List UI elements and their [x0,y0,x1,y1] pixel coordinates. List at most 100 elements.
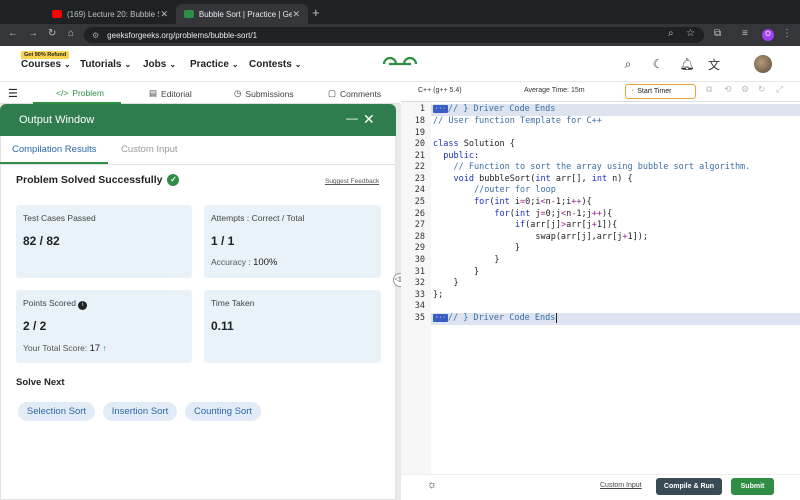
line-number: 26 [414,209,425,219]
fullscreen-icon[interactable]: ⤢ [776,84,783,95]
code-line: } [433,255,500,265]
line-number: 27 [414,220,425,230]
refresh-icon[interactable]: ↻ [758,84,766,95]
browser-tab-active[interactable]: Bubble Sort | Practice | GeeksforGeeks ✕ [176,4,308,24]
dark-mode-icon[interactable]: ☾ [650,57,666,71]
extensions-icon[interactable]: ⧉ [714,28,721,39]
line-number: 25 [414,197,425,207]
menu-courses[interactable]: Courses ⌄ [21,59,71,70]
tab-custom-input[interactable]: Custom Input [121,144,178,155]
forward-icon[interactable]: → [28,28,38,39]
line-number: 34 [414,301,425,311]
custom-input-link[interactable]: Custom Input [600,482,642,489]
status-message: Problem Solved Successfully ✓ [16,174,180,186]
suggest-feedback-link[interactable]: Suggest Feedback [325,178,379,185]
line-number: 19 [414,128,425,138]
lightbulb-icon[interactable]: ☼ [427,479,437,491]
code-line: //outer for loop [473,185,556,195]
copy-icon[interactable]: ⧉ [706,84,712,95]
card-test-cases: Test Cases Passed 82 / 82 [16,205,192,278]
browser-tab[interactable]: (169) Lecture 20: Bubble Sor ✕ [44,4,176,24]
language-select[interactable]: C++ (g++ 5.4) [418,87,462,94]
fold-marker-icon[interactable]: ··· [433,314,448,322]
arrow-up-icon: ↑ [102,343,107,353]
notification-bell-icon[interactable]: 🔔︎ [679,57,695,71]
line-number: 33 [414,290,425,300]
close-tab-icon[interactable]: ✕ [292,9,300,20]
search-icon[interactable]: ⌕ [620,57,636,71]
line-number: 28 [414,232,425,242]
chevron-down-icon: ⌄ [294,60,302,69]
bookmark-star-icon[interactable]: ☆ [686,28,695,39]
line-number: 20 [414,139,425,149]
gfg-logo[interactable] [380,54,420,74]
line-number: 21 [414,151,425,161]
reload-icon[interactable]: ↻ [48,28,56,39]
comment-icon: ▢ [328,88,337,98]
new-tab-icon[interactable]: + [312,5,320,20]
site-settings-icon[interactable]: ⚙ [92,31,99,40]
line-number: 35 [414,313,425,323]
user-avatar[interactable] [754,55,772,73]
youtube-icon [52,10,62,18]
tab-comments[interactable]: ▢ Comments [328,88,381,99]
tab-problem[interactable]: </> Problem [56,88,104,98]
fold-marker-icon[interactable]: ··· [433,105,448,113]
submit-button[interactable]: Submit [731,478,774,495]
hamburger-menu-icon[interactable]: ☰ [8,87,20,100]
home-icon[interactable]: ⌂ [68,28,74,39]
media-icon[interactable]: ≡ [742,28,748,39]
code-line: public: [443,151,480,161]
settings-icon[interactable]: ⚙ [741,84,749,95]
line-number: 22 [414,162,425,172]
code-line: for(int i=0;i<n-1;i++){ [473,197,592,207]
translate-icon[interactable]: 文 [706,57,722,72]
close-icon[interactable]: ✕ [363,111,375,128]
average-time: Average Time: 15m [524,87,585,94]
check-circle-icon: ✓ [167,174,180,186]
start-timer-button[interactable]: ◔ Start Timer [625,84,696,99]
menu-practice[interactable]: Practice ⌄ [190,59,239,70]
line-number: 1 [419,104,425,114]
chip-insertion-sort[interactable]: Insertion Sort [103,402,177,421]
chip-selection-sort[interactable]: Selection Sort [18,402,95,421]
book-icon: ▤ [149,88,158,98]
code-line: for(int j=0;j<n-1;j++){ [494,209,613,219]
output-window-title: Output Window [19,114,95,126]
chevron-down-icon: ⌄ [231,60,239,69]
info-icon[interactable]: i [78,301,88,310]
card-points: Points Scored i 2 / 2 Your Total Score: … [16,290,192,363]
tab-submissions[interactable]: ◷ Submissions [234,88,294,99]
chip-counting-sort[interactable]: Counting Sort [185,402,261,421]
clock-icon: ◷ [234,88,242,98]
browser-menu-icon[interactable]: ⋮ [782,28,792,39]
reset-icon[interactable]: ⟲ [724,84,732,95]
line-number: 18 [414,116,425,126]
refund-badge[interactable]: Get 90% Refund [21,51,70,59]
code-line: // Function to sort the array using bubb… [453,162,751,172]
line-number: 24 [414,185,425,195]
back-icon[interactable]: ← [8,28,18,39]
menu-jobs[interactable]: Jobs ⌄ [143,59,176,70]
close-tab-icon[interactable]: ✕ [160,9,168,20]
minimize-icon[interactable]: — [346,111,358,125]
code-line: } [433,267,480,277]
profile-avatar[interactable]: O [762,29,774,41]
zoom-icon[interactable]: ⌕ [668,28,674,39]
chevron-down-icon: ⌄ [64,60,71,69]
line-number: 31 [414,267,425,277]
code-line: if(arr[j]>arr[j+1]){ [514,220,618,230]
line-number: 23 [414,174,425,184]
solve-next-heading: Solve Next [16,377,65,388]
line-number: 29 [414,243,425,253]
tab-editorial[interactable]: ▤ Editorial [149,88,192,99]
code-line: class Solution { [433,139,515,149]
subtab-divider [0,164,396,165]
card-attempts: Attempts : Correct / Total 1 / 1 Accurac… [204,205,381,278]
menu-tutorials[interactable]: Tutorials ⌄ [80,59,131,70]
url-bar[interactable]: ⚙ geeksforgeeks.org/problems/bubble-sort… [84,27,704,43]
tab-compilation-results[interactable]: Compilation Results [12,144,96,155]
code-line: swap(arr[j],arr[j+1]); [433,232,648,242]
compile-run-button[interactable]: Compile & Run [656,478,722,495]
menu-contests[interactable]: Contests ⌄ [249,59,302,70]
